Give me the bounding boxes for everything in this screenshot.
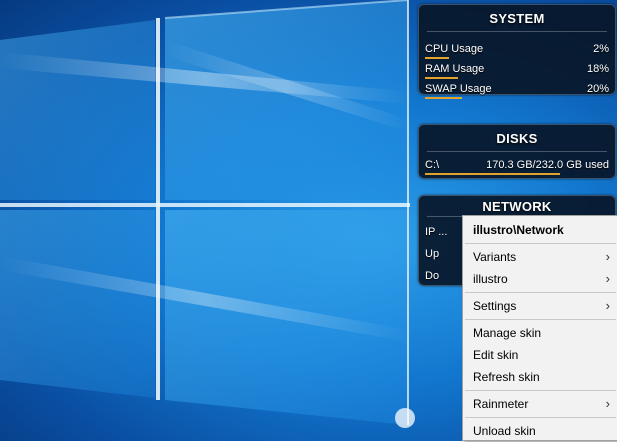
system-title: SYSTEM bbox=[489, 11, 545, 26]
ram-usage-row: RAM Usage 18% bbox=[419, 60, 615, 80]
menu-separator bbox=[465, 417, 616, 418]
menu-item-rainmeter-label: Rainmeter bbox=[473, 397, 529, 411]
menu-item-manage-skin[interactable]: Manage skin bbox=[463, 322, 617, 344]
cpu-usage-value: 2% bbox=[593, 43, 609, 55]
swap-usage-value: 20% bbox=[586, 83, 609, 95]
menu-item-settings-label: Settings bbox=[473, 299, 517, 313]
cpu-usage-bar bbox=[425, 57, 449, 59]
disks-title: DISKS bbox=[496, 131, 538, 146]
menu-separator bbox=[465, 319, 616, 320]
chevron-right-icon: › bbox=[605, 249, 610, 264]
menu-separator bbox=[465, 292, 616, 293]
system-skin[interactable]: SYSTEM CPU Usage 2% RAM Usage 18% SWAP U… bbox=[418, 4, 616, 99]
chevron-right-icon: › bbox=[605, 396, 610, 411]
menu-item-illustro[interactable]: illustro › bbox=[463, 268, 617, 290]
disk-c-bar bbox=[425, 173, 561, 175]
menu-item-illustro-label: illustro bbox=[473, 272, 508, 286]
swap-usage-row: SWAP Usage 20% bbox=[419, 80, 615, 100]
menu-item-unload-skin[interactable]: Unload skin bbox=[463, 420, 617, 442]
menu-item-rainmeter[interactable]: Rainmeter › bbox=[463, 393, 617, 415]
menu-item-settings[interactable]: Settings › bbox=[463, 295, 617, 317]
menu-separator bbox=[465, 390, 616, 391]
skin-context-menu: illustro\Network Variants › illustro › S… bbox=[462, 215, 617, 441]
disk-c-row: C:\ 170.3 GB/232.0 GB used bbox=[419, 156, 615, 176]
ram-usage-value: 18% bbox=[586, 63, 609, 75]
menu-separator bbox=[465, 243, 616, 244]
menu-header-skin-name[interactable]: illustro\Network bbox=[463, 219, 617, 241]
disks-skin[interactable]: DISKS C:\ 170.3 GB/232.0 GB used bbox=[418, 124, 616, 179]
menu-item-refresh-skin[interactable]: Refresh skin bbox=[463, 366, 617, 388]
menu-item-variants-label: Variants bbox=[473, 250, 517, 264]
network-title: NETWORK bbox=[482, 199, 552, 214]
menu-item-variants[interactable]: Variants › bbox=[463, 246, 617, 268]
chevron-right-icon: › bbox=[605, 271, 610, 286]
swap-usage-bar bbox=[425, 97, 462, 99]
menu-item-edit-skin[interactable]: Edit skin bbox=[463, 344, 617, 366]
chevron-right-icon: › bbox=[605, 298, 610, 313]
cpu-usage-row: CPU Usage 2% bbox=[419, 40, 615, 60]
ram-usage-bar bbox=[425, 77, 459, 79]
